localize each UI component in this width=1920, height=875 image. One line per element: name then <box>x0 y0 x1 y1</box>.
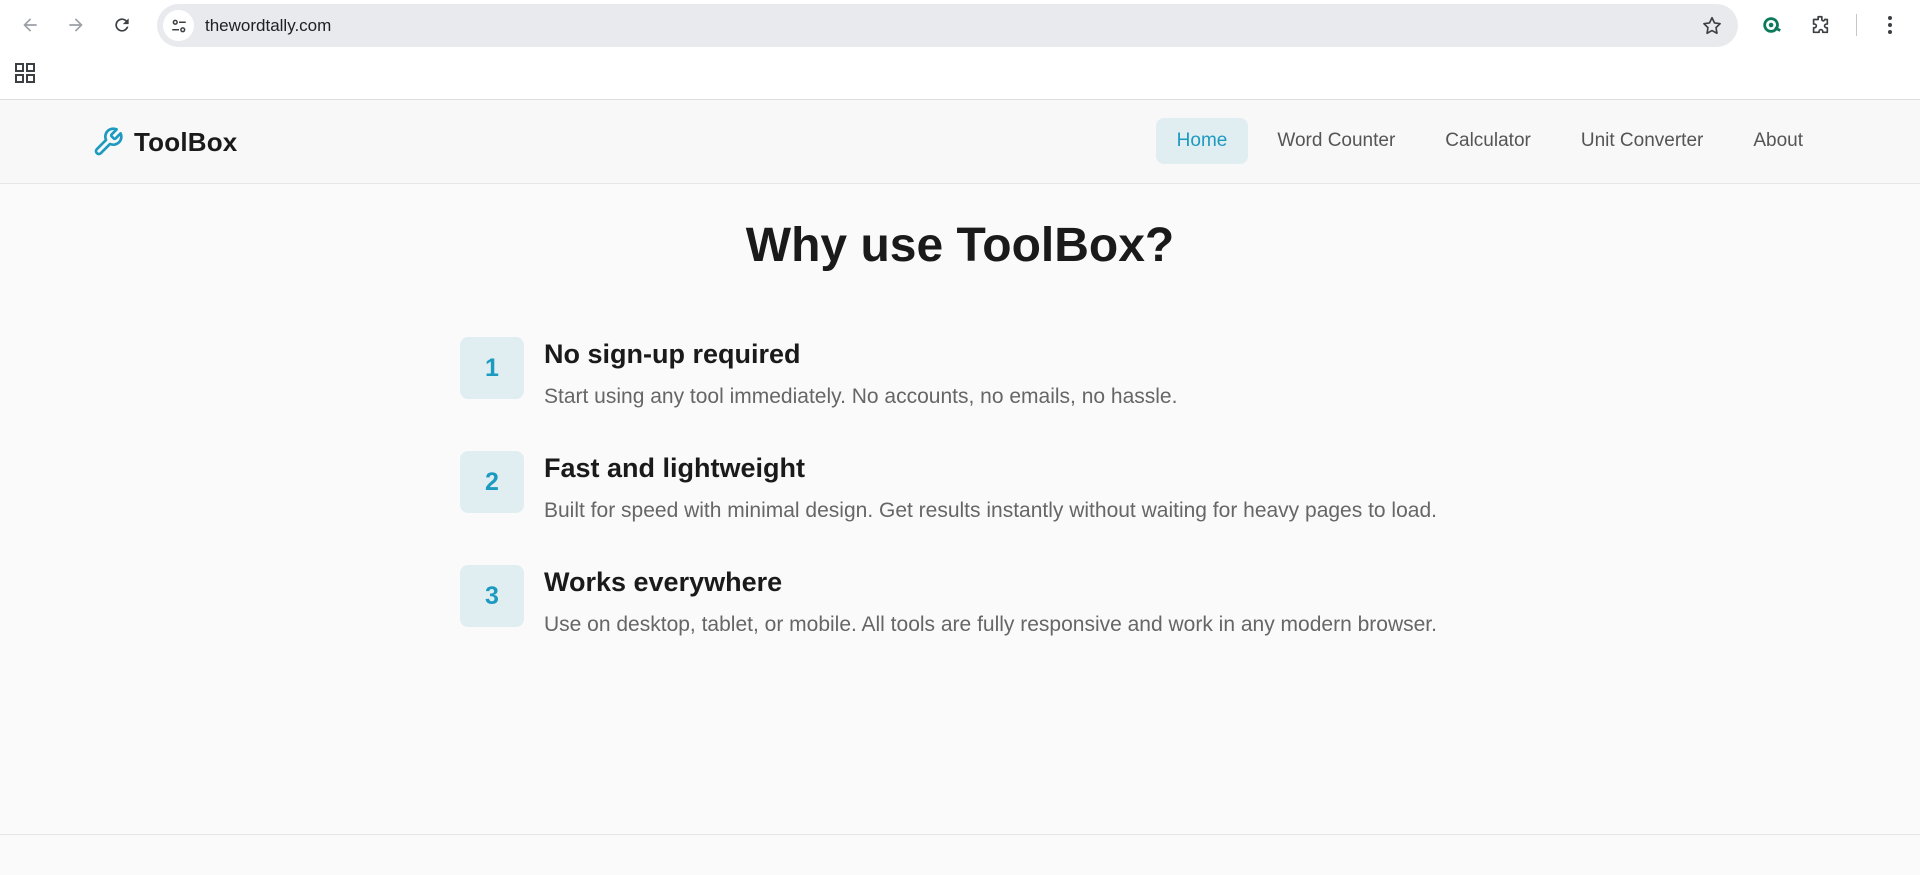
forward-button[interactable] <box>59 8 93 42</box>
page-title: Why use ToolBox? <box>745 219 1175 272</box>
logo-text: ToolBox <box>134 126 238 157</box>
footer-divider <box>0 834 1920 835</box>
apps-shortcut-button[interactable] <box>14 62 36 84</box>
tune-icon <box>171 19 186 32</box>
extensions-menu-button[interactable] <box>1805 10 1835 40</box>
extension-button[interactable] <box>1757 10 1787 40</box>
wrench-icon <box>94 127 123 156</box>
feature-number-badge: 3 <box>460 565 524 627</box>
feature-number-badge: 2 <box>460 451 524 513</box>
feature-title: Fast and lightweight <box>544 453 805 483</box>
extension-logo-icon <box>1763 17 1781 33</box>
feature-number-badge: 1 <box>460 337 524 399</box>
feature-description: Use on desktop, tablet, or mobile. All t… <box>544 613 1437 636</box>
more-vertical-icon <box>1888 16 1892 34</box>
reload-button[interactable] <box>105 8 139 42</box>
browser-menu-button[interactable] <box>1875 10 1905 40</box>
feature-list: 1 No sign-up required Start using any to… <box>460 336 1440 642</box>
main-nav: Home Word Counter Calculator Unit Conver… <box>1155 118 1824 164</box>
arrow-left-icon <box>23 18 37 32</box>
feature-item: 3 Works everywhere Use on desktop, table… <box>460 564 1440 642</box>
feature-description: Start using any tool immediately. No acc… <box>544 385 1178 408</box>
nav-word-counter[interactable]: Word Counter <box>1256 118 1416 164</box>
feature-description: Built for speed with minimal design. Get… <box>544 499 1437 522</box>
site-logo[interactable]: ToolBox <box>92 124 237 160</box>
puzzle-icon <box>1812 15 1829 34</box>
arrow-right-icon <box>69 18 83 32</box>
nav-about[interactable]: About <box>1732 118 1824 164</box>
site-info-button[interactable] <box>163 10 194 41</box>
star-icon <box>1703 16 1721 35</box>
nav-unit-converter[interactable]: Unit Converter <box>1560 118 1725 164</box>
url-text[interactable]: thewordtally.com <box>205 4 331 47</box>
feature-item: 2 Fast and lightweight Built for speed w… <box>460 450 1440 528</box>
apps-grid-icon <box>15 63 35 83</box>
nav-home[interactable]: Home <box>1155 118 1249 164</box>
nav-calculator[interactable]: Calculator <box>1424 118 1552 164</box>
address-bar[interactable]: thewordtally.com <box>157 4 1738 47</box>
toolbar-divider <box>1856 14 1857 36</box>
feature-item: 1 No sign-up required Start using any to… <box>460 336 1440 414</box>
bookmark-star-button[interactable] <box>1700 14 1724 38</box>
site-header: ToolBox Home Word Counter Calculator Uni… <box>0 100 1920 184</box>
browser-toolbar: thewordtally.com <box>0 0 1920 100</box>
feature-title: Works everywhere <box>544 567 783 597</box>
reload-icon <box>115 18 129 32</box>
feature-title: No sign-up required <box>544 339 801 369</box>
back-button[interactable] <box>13 8 47 42</box>
